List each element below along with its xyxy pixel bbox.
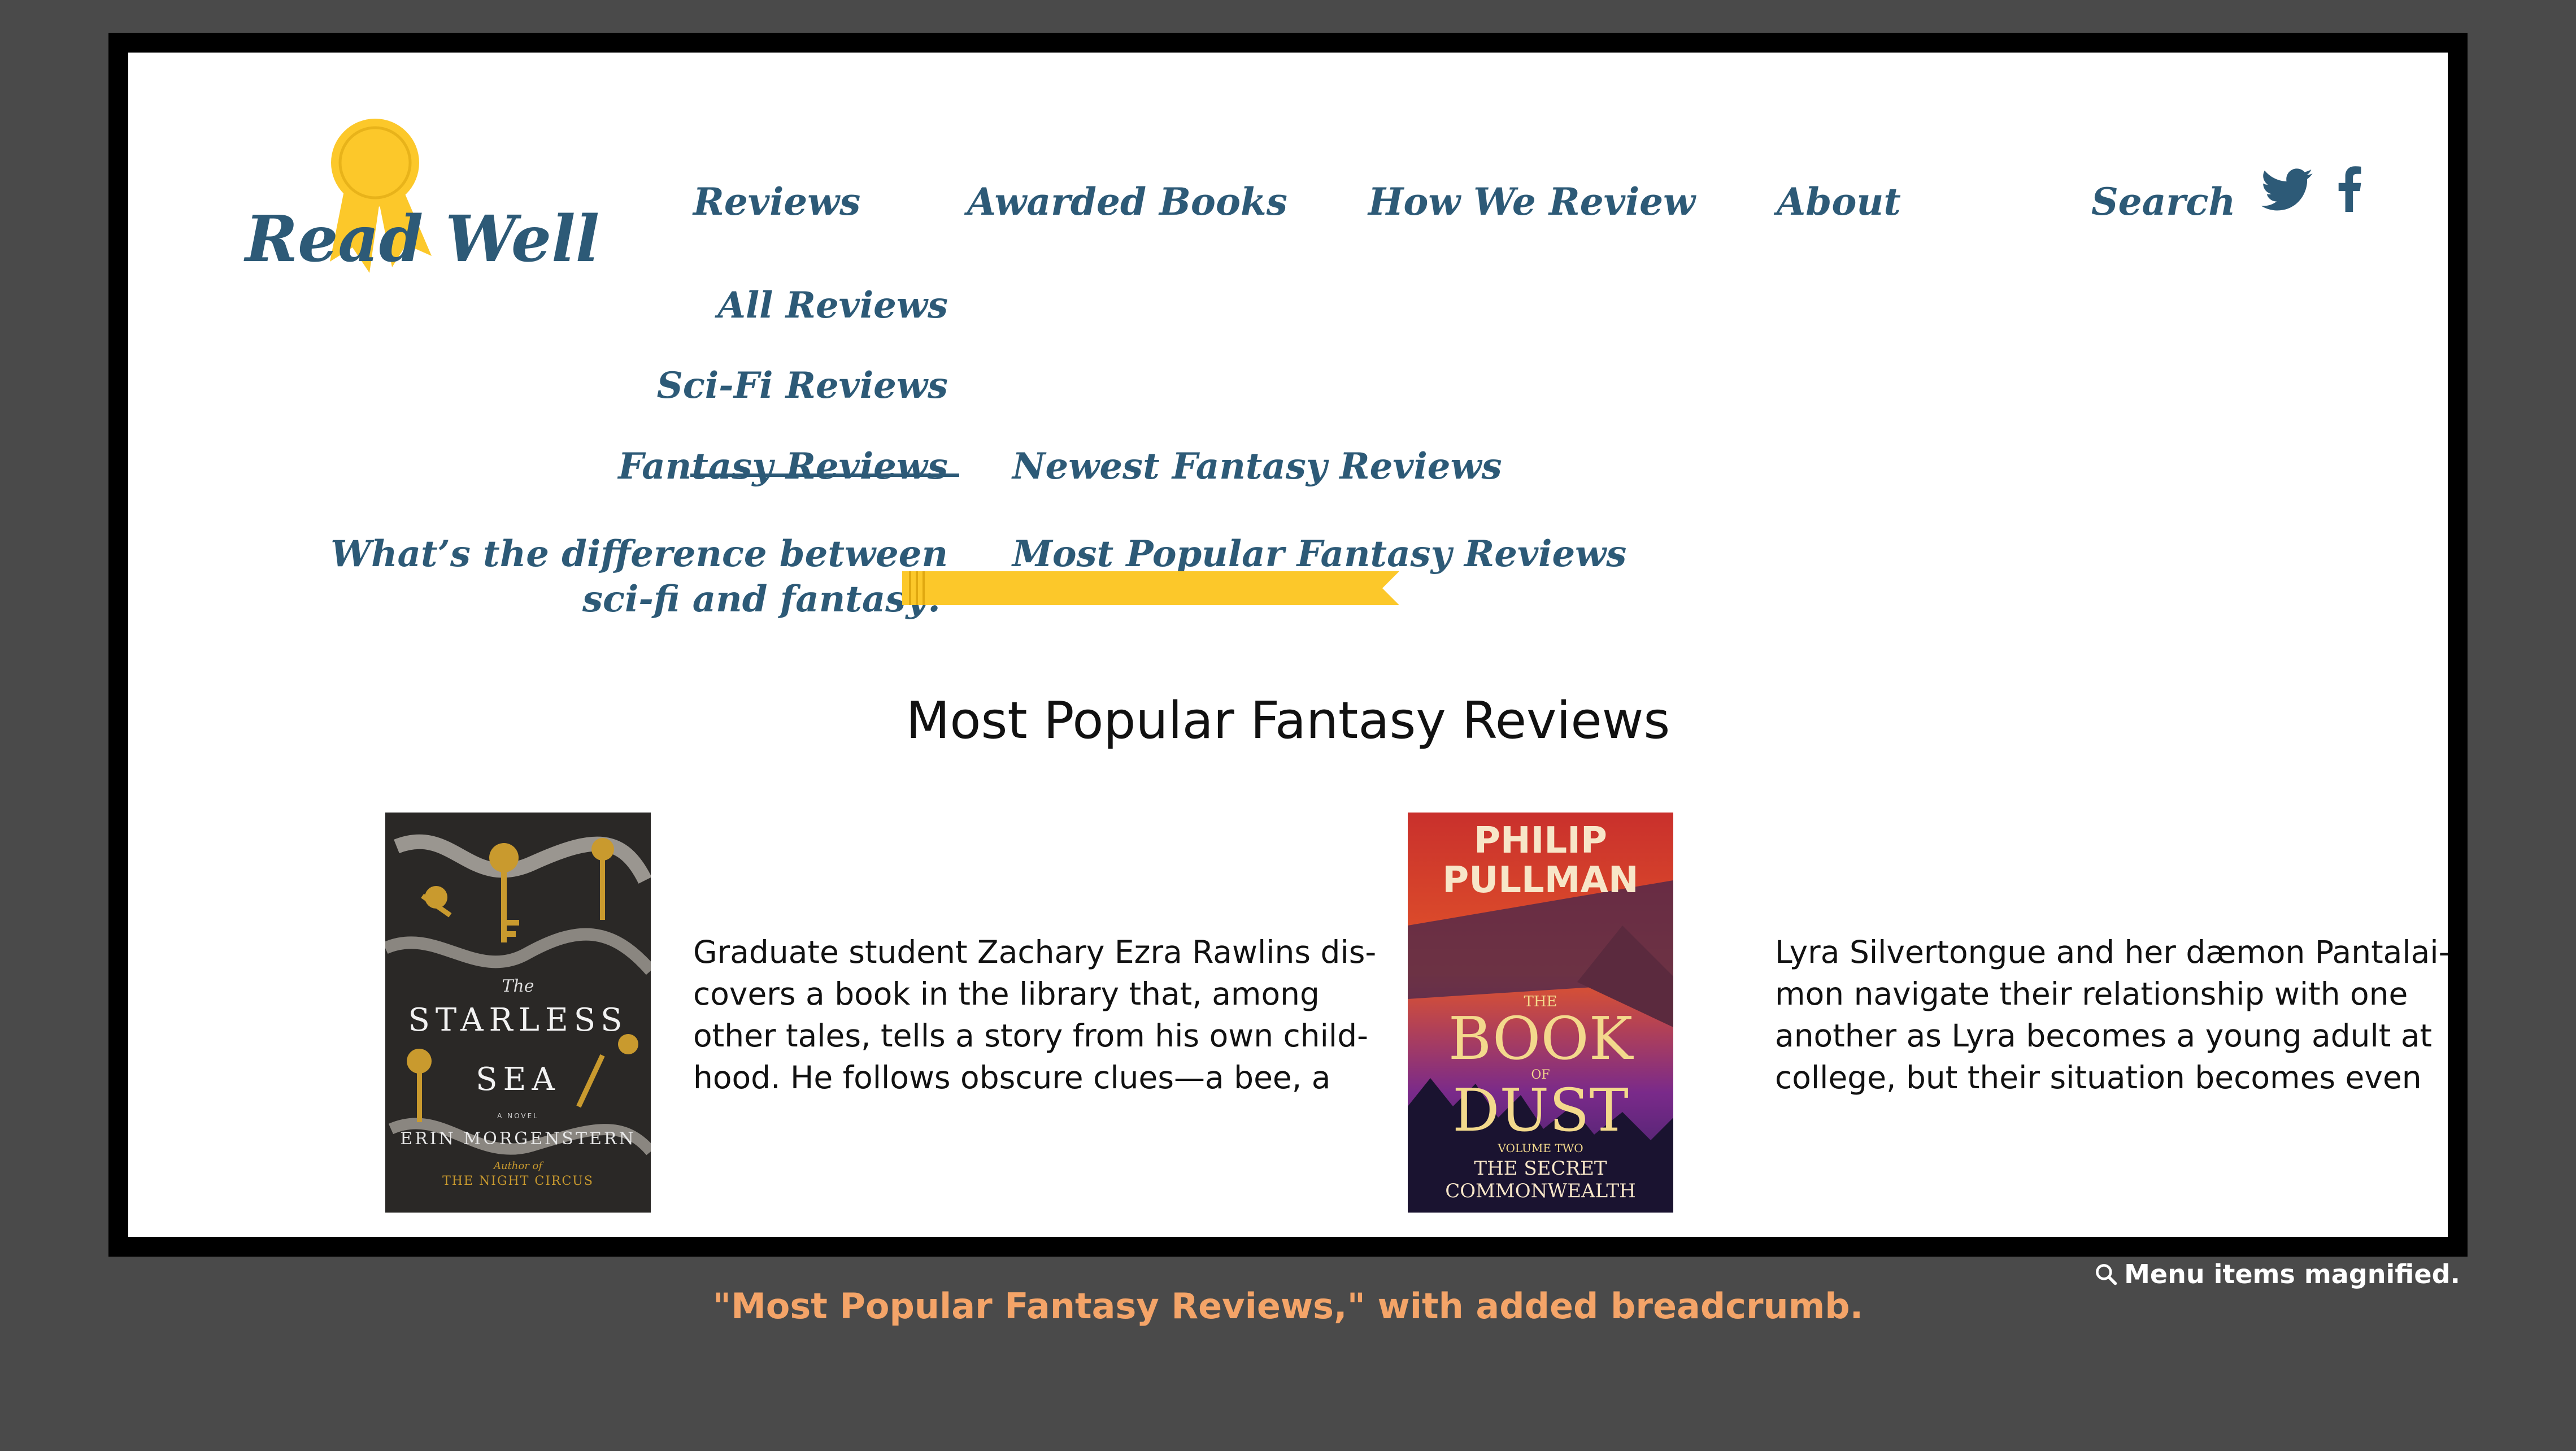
website-screen: Read Well Reviews Awarded Books How We R… bbox=[128, 53, 2448, 1237]
facebook-icon[interactable] bbox=[2337, 166, 2362, 212]
cover-subtitle-line1: THE SECRET bbox=[1474, 1157, 1607, 1180]
nav-awarded-books[interactable]: Awarded Books bbox=[967, 180, 1287, 224]
desc-line: another as Lyra becomes a young adult at bbox=[1775, 1018, 2433, 1054]
nav-search[interactable]: Search bbox=[2091, 180, 2235, 224]
cover-volume: VOLUME TWO bbox=[1498, 1141, 1583, 1155]
cover-title-line2: SEA bbox=[476, 1061, 560, 1098]
desc-line: other tales, tells a story from his own … bbox=[693, 1018, 1368, 1054]
active-item-ribbon bbox=[902, 571, 1399, 605]
page-title: Most Popular Fantasy Reviews bbox=[906, 691, 1670, 750]
magnified-note: Menu items magnified. bbox=[2094, 1259, 2460, 1289]
submenu-all-reviews[interactable]: All Reviews bbox=[717, 284, 948, 327]
active-breadcrumb-underline bbox=[690, 473, 959, 477]
nav-how-we-review[interactable]: How We Review bbox=[1368, 180, 1695, 224]
cover-novel-label: A NOVEL bbox=[497, 1112, 539, 1120]
book-cover-book-of-dust[interactable]: PHILIP PULLMAN THE BOOK OF DUST VOLUME T… bbox=[1408, 813, 1673, 1213]
cover-author-of: Author of bbox=[493, 1160, 543, 1172]
nav-reviews[interactable]: Reviews bbox=[693, 180, 860, 224]
cover-dust: DUST bbox=[1452, 1076, 1629, 1145]
desc-line: college, but their situation becomes eve… bbox=[1775, 1059, 2422, 1096]
nav-about[interactable]: About bbox=[1777, 180, 1901, 224]
book-description-starless-sea: Graduate student Zachary Ezra Rawlins di… bbox=[693, 931, 1377, 1098]
cover-other-title: THE NIGHT CIRCUS bbox=[442, 1174, 594, 1188]
desc-line: Graduate student Zachary Ezra Rawlins di… bbox=[693, 934, 1377, 970]
cover-title-line1: STARLESS bbox=[408, 1002, 628, 1039]
book-description-book-of-dust: Lyra Silvertongue and her dæmon Pantalai… bbox=[1775, 931, 2448, 1098]
magnifier-icon bbox=[2096, 1264, 2117, 1285]
cover-subtitle-line2: COMMONWEALTH bbox=[1445, 1180, 1636, 1202]
cover-author-line2: PULLMAN bbox=[1442, 859, 1639, 901]
submenu-newest-fantasy[interactable]: Newest Fantasy Reviews bbox=[1012, 445, 1502, 488]
cover-title-small: The bbox=[502, 976, 534, 996]
book-cover-starless-sea[interactable]: The STARLESS SEA A NOVEL ERIN MORGENSTER… bbox=[385, 813, 651, 1213]
desc-line: covers a book in the library that, among bbox=[693, 976, 1320, 1012]
submenu-difference-line1[interactable]: What’s the difference between bbox=[330, 533, 948, 575]
desc-line: hood. He follows obscure clues—a bee, a bbox=[693, 1059, 1331, 1096]
submenu-most-popular-fantasy[interactable]: Most Popular Fantasy Reviews bbox=[1012, 533, 1626, 575]
twitter-icon[interactable] bbox=[2261, 168, 2313, 211]
desc-line: mon navigate their relationship with one bbox=[1775, 976, 2408, 1012]
desc-line: Lyra Silvertongue and her dæmon Pantalai… bbox=[1775, 934, 2448, 970]
logo-text: Read Well bbox=[245, 202, 600, 276]
magnified-note-text: Menu items magnified. bbox=[2124, 1259, 2460, 1289]
submenu-difference-line2[interactable]: sci-fi and fantasy? bbox=[582, 578, 948, 620]
cover-book: BOOK bbox=[1448, 1004, 1633, 1073]
submenu-scifi-reviews[interactable]: Sci-Fi Reviews bbox=[657, 364, 948, 407]
cover-author: ERIN MORGENSTERN bbox=[400, 1129, 636, 1149]
cover-author-line1: PHILIP bbox=[1474, 820, 1607, 862]
logo[interactable]: Read Well bbox=[245, 115, 599, 284]
slide-caption: "Most Popular Fantasy Reviews," with add… bbox=[712, 1285, 1864, 1327]
presentation-frame: Read Well Reviews Awarded Books How We R… bbox=[108, 33, 2468, 1257]
submenu-fantasy-reviews[interactable]: Fantasy Reviews bbox=[618, 445, 948, 488]
